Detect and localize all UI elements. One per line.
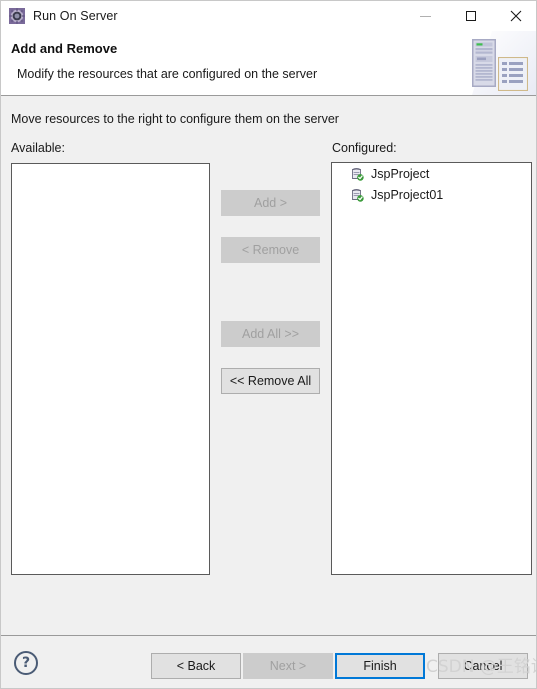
wizard-header: Add and Remove Modify the resources that… bbox=[1, 31, 536, 95]
run-on-server-dialog: Run On Server Add and Remove Modify the … bbox=[0, 0, 537, 689]
finish-button-label: Finish bbox=[363, 659, 397, 673]
minimize-button[interactable] bbox=[403, 1, 448, 31]
add-button-label: Add > bbox=[253, 196, 287, 210]
back-button[interactable]: < Back bbox=[151, 653, 241, 679]
cancel-button[interactable]: Cancel bbox=[438, 653, 528, 679]
add-all-button-label: Add All >> bbox=[242, 327, 299, 341]
back-button-label: < Back bbox=[176, 659, 216, 673]
instruction-text: Move resources to the right to configure… bbox=[11, 112, 339, 126]
minimize-icon bbox=[420, 15, 431, 17]
next-button-label: Next > bbox=[269, 659, 307, 673]
add-all-button[interactable]: Add All >> bbox=[221, 321, 320, 347]
list-item-label: JspProject01 bbox=[371, 187, 444, 202]
title-bar: Run On Server bbox=[1, 1, 536, 31]
dialog-body: Move resources to the right to configure… bbox=[1, 96, 536, 635]
list-item-label: JspProject bbox=[371, 166, 430, 181]
cancel-button-label: Cancel bbox=[463, 659, 503, 673]
run-on-server-icon bbox=[9, 8, 25, 24]
help-icon-glyph: ? bbox=[21, 655, 31, 671]
window-title: Run On Server bbox=[33, 9, 118, 23]
available-label: Available: bbox=[11, 141, 65, 155]
remove-button[interactable]: < Remove bbox=[221, 237, 320, 263]
web-module-icon bbox=[349, 187, 365, 203]
page-title: Add and Remove bbox=[11, 41, 118, 56]
configured-label: Configured: bbox=[332, 141, 397, 155]
maximize-button[interactable] bbox=[448, 1, 493, 31]
help-icon[interactable]: ? bbox=[14, 651, 38, 675]
remove-all-button-label: << Remove All bbox=[229, 374, 312, 388]
web-module-icon bbox=[349, 166, 365, 182]
close-button[interactable] bbox=[493, 1, 536, 31]
page-description: Modify the resources that are configured… bbox=[17, 67, 318, 81]
close-icon bbox=[510, 10, 521, 22]
finish-button[interactable]: Finish bbox=[335, 653, 425, 679]
list-item[interactable]: JspProject01 bbox=[332, 184, 531, 205]
remove-button-label: < Remove bbox=[241, 243, 300, 257]
next-button[interactable]: Next > bbox=[243, 653, 333, 679]
list-item[interactable]: JspProject bbox=[332, 163, 531, 184]
add-button[interactable]: Add > bbox=[221, 190, 320, 216]
server-and-document-icon bbox=[458, 31, 536, 95]
available-list[interactable] bbox=[11, 163, 210, 575]
window-controls bbox=[403, 1, 536, 31]
remove-all-button[interactable]: << Remove All bbox=[221, 368, 320, 394]
configured-list[interactable]: JspProject JspProject01 bbox=[331, 162, 532, 575]
maximize-icon bbox=[465, 11, 476, 21]
